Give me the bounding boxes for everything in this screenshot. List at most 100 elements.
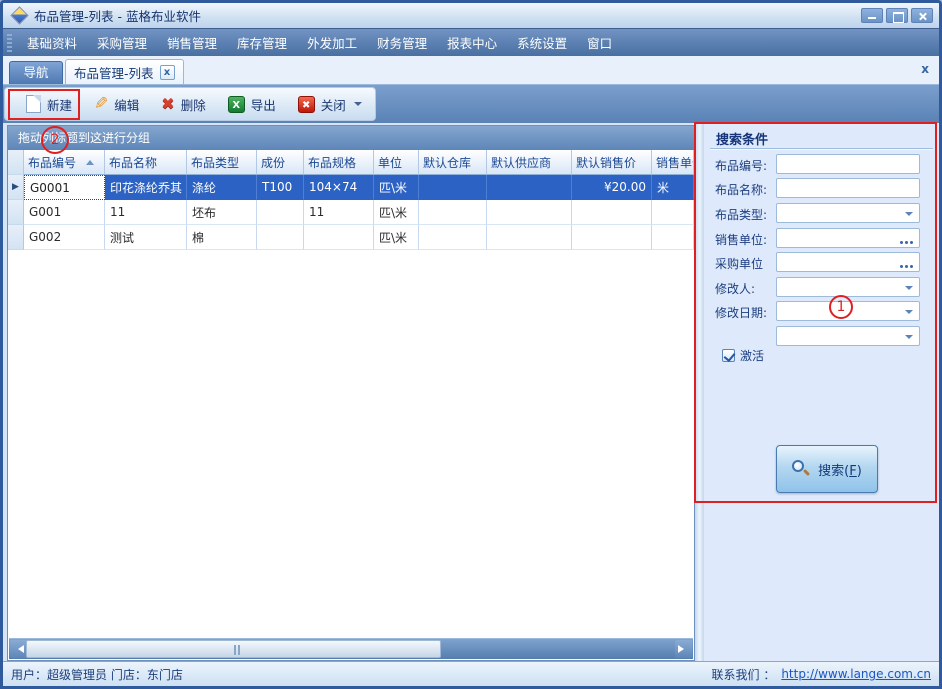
menu-purchase[interactable]: 采购管理 bbox=[87, 28, 157, 57]
column-header-sales-unit[interactable]: 销售单位 bbox=[652, 150, 694, 175]
window-title: 布品管理-列表 - 蓝格布业软件 bbox=[34, 6, 201, 25]
menu-sales[interactable]: 销售管理 bbox=[157, 28, 227, 57]
fabric-type-dropdown[interactable] bbox=[776, 203, 920, 223]
cell-composition[interactable] bbox=[257, 200, 304, 225]
field-modifier: 修改人: bbox=[704, 277, 939, 297]
column-header-composition[interactable]: 成份 bbox=[257, 150, 304, 175]
minimize-button[interactable] bbox=[861, 8, 883, 23]
maximize-button[interactable] bbox=[886, 8, 908, 23]
modify-date-to-dropdown[interactable] bbox=[776, 326, 920, 346]
cell-composition[interactable]: T100 bbox=[257, 175, 304, 200]
cell-supplier[interactable] bbox=[487, 175, 572, 200]
cell-type[interactable]: 棉 bbox=[187, 225, 257, 250]
export-button[interactable]: X 导出 bbox=[219, 92, 285, 117]
menu-settings[interactable]: 系统设置 bbox=[507, 28, 577, 57]
purchase-unit-picker[interactable] bbox=[776, 252, 920, 272]
cell-unit[interactable]: 匹\米 bbox=[374, 200, 419, 225]
sales-unit-picker[interactable] bbox=[776, 228, 920, 248]
cell-name[interactable]: 11 bbox=[105, 200, 187, 225]
cell-supplier[interactable] bbox=[487, 200, 572, 225]
cell-sales-unit[interactable] bbox=[652, 200, 694, 225]
column-header-code[interactable]: 布品编号 bbox=[24, 150, 105, 175]
status-user-store: 用户：超级管理员 门店：东门店 bbox=[11, 666, 183, 683]
cell-unit[interactable]: 匹\米 bbox=[374, 175, 419, 200]
cell-spec[interactable]: 11 bbox=[304, 200, 374, 225]
row-selector[interactable] bbox=[8, 225, 24, 250]
panel-splitter[interactable] bbox=[695, 123, 704, 661]
field-fabric-name: 布品名称: bbox=[704, 178, 939, 198]
cell-code[interactable]: G001 bbox=[24, 200, 105, 225]
cell-supplier[interactable] bbox=[487, 225, 572, 250]
cell-warehouse[interactable] bbox=[419, 175, 487, 200]
column-header-code-label: 布品编号 bbox=[28, 154, 76, 171]
menu-inventory[interactable]: 库存管理 bbox=[227, 28, 297, 57]
scrollbar-thumb[interactable] bbox=[26, 640, 441, 658]
cell-spec[interactable] bbox=[304, 225, 374, 250]
fabric-code-input[interactable] bbox=[776, 154, 920, 174]
modify-date-from-dropdown[interactable] bbox=[776, 301, 920, 321]
table-row-g0001[interactable]: ▶ G0001 印花涤纶乔其 涤纶 T100 104×74 匹\米 ¥20.00… bbox=[8, 175, 694, 200]
menu-basic-data[interactable]: 基础资料 bbox=[17, 28, 87, 57]
close-dropdown-icon[interactable] bbox=[354, 102, 362, 110]
cell-sales-unit[interactable]: 米 bbox=[652, 175, 694, 200]
tab-strip: 导航 布品管理-列表 x x bbox=[3, 56, 939, 84]
cell-code[interactable]: G0001 bbox=[24, 175, 105, 200]
cell-composition[interactable] bbox=[257, 225, 304, 250]
new-button[interactable]: 新建 bbox=[17, 92, 81, 117]
cell-spec[interactable]: 104×74 bbox=[304, 175, 374, 200]
cell-price[interactable]: ¥20.00 bbox=[572, 175, 652, 200]
cell-name[interactable]: 印花涤纶乔其 bbox=[105, 175, 187, 200]
activate-checkbox[interactable] bbox=[722, 349, 735, 362]
cell-price[interactable] bbox=[572, 200, 652, 225]
search-button-label: 搜索(F) bbox=[818, 460, 862, 479]
column-header-type[interactable]: 布品类型 bbox=[187, 150, 257, 175]
cell-price[interactable] bbox=[572, 225, 652, 250]
fabric-code-label: 布品编号: bbox=[715, 157, 767, 174]
group-by-bar[interactable]: 拖动列标题到这进行分组 bbox=[8, 126, 694, 150]
modifier-dropdown[interactable] bbox=[776, 277, 920, 297]
edit-button[interactable]: ✎ 编辑 bbox=[85, 92, 148, 117]
tab-fabric-list[interactable]: 布品管理-列表 x bbox=[65, 59, 184, 84]
horizontal-scrollbar[interactable] bbox=[9, 638, 693, 659]
cell-type[interactable]: 坯布 bbox=[187, 200, 257, 225]
table-row-g002[interactable]: G002 测试 棉 匹\米 bbox=[8, 225, 694, 250]
close-button[interactable] bbox=[911, 8, 933, 23]
row-selector[interactable] bbox=[8, 200, 24, 225]
scroll-right-arrow-icon[interactable] bbox=[675, 640, 692, 658]
table-row-g001[interactable]: G001 11 坯布 11 匹\米 bbox=[8, 200, 694, 225]
website-link[interactable]: http://www.lange.com.cn bbox=[781, 667, 931, 681]
column-header-name[interactable]: 布品名称 bbox=[105, 150, 187, 175]
scroll-left-arrow-icon[interactable] bbox=[10, 640, 27, 658]
menu-reports[interactable]: 报表中心 bbox=[437, 28, 507, 57]
column-header-unit[interactable]: 单位 bbox=[374, 150, 419, 175]
cell-sales-unit[interactable] bbox=[652, 225, 694, 250]
cell-warehouse[interactable] bbox=[419, 200, 487, 225]
new-page-icon bbox=[26, 95, 41, 113]
menu-finance[interactable]: 财务管理 bbox=[367, 28, 437, 57]
column-header-warehouse[interactable]: 默认仓库 bbox=[419, 150, 487, 175]
tab-navigation[interactable]: 导航 bbox=[9, 61, 63, 84]
search-label-post: ) bbox=[857, 464, 862, 479]
close-tab-button[interactable]: ✖ 关闭 bbox=[289, 92, 371, 117]
menu-window[interactable]: 窗口 bbox=[577, 28, 622, 57]
cell-unit[interactable]: 匹\米 bbox=[374, 225, 419, 250]
app-window: 布品管理-列表 - 蓝格布业软件 基础资料 采购管理 销售管理 库存管理 外发加… bbox=[0, 0, 942, 689]
tabstrip-close-icon[interactable]: x bbox=[921, 62, 929, 76]
grid-header-row: 布品编号 布品名称 布品类型 成份 布品规格 单位 默认仓库 默认供应商 默认销… bbox=[8, 150, 694, 175]
contact-label: 联系我们 ： bbox=[712, 666, 776, 683]
column-header-price[interactable]: 默认销售价 bbox=[572, 150, 652, 175]
search-panel-title: 搜索条件 bbox=[716, 129, 768, 148]
cell-code[interactable]: G002 bbox=[24, 225, 105, 250]
cell-type[interactable]: 涤纶 bbox=[187, 175, 257, 200]
column-header-supplier[interactable]: 默认供应商 bbox=[487, 150, 572, 175]
column-header-spec[interactable]: 布品规格 bbox=[304, 150, 374, 175]
field-fabric-code: 布品编号: bbox=[704, 154, 939, 174]
cell-warehouse[interactable] bbox=[419, 225, 487, 250]
cell-name[interactable]: 测试 bbox=[105, 225, 187, 250]
status-contact: 联系我们 ： http://www.lange.com.cn bbox=[712, 666, 932, 683]
search-button[interactable]: 搜索(F) bbox=[776, 445, 878, 493]
fabric-name-input[interactable] bbox=[776, 178, 920, 198]
menu-outsourcing[interactable]: 外发加工 bbox=[297, 28, 367, 57]
tab-close-icon[interactable]: x bbox=[160, 65, 175, 80]
delete-button[interactable]: ✖ 删除 bbox=[152, 92, 214, 117]
